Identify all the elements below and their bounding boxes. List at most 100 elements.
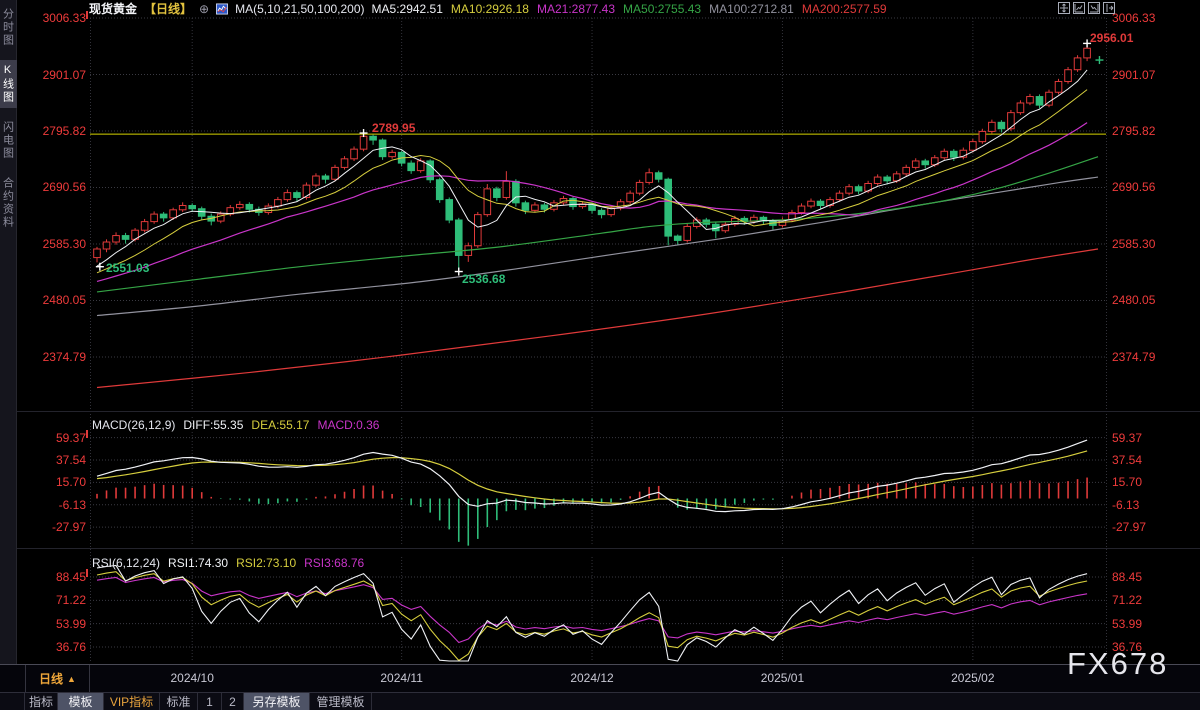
candle-body	[874, 177, 881, 183]
crosshair-icon[interactable]	[1058, 2, 1070, 14]
candle-body	[646, 173, 653, 183]
toolbar-button[interactable]: 管理模板	[310, 693, 372, 710]
axis-label: 2690.56	[22, 180, 86, 194]
chart-header: 现货黄金 【日线】 ⊕ MA(5,10,21,50,100,200) MA5:2…	[89, 0, 895, 17]
symbol-name: 现货黄金	[89, 0, 137, 17]
candle-body	[532, 205, 539, 210]
axis-label: 2480.05	[1112, 293, 1155, 307]
indicator-value: RSI2:73.10	[236, 556, 296, 570]
sidebar-item-active[interactable]: K线图	[0, 60, 17, 108]
candle-body	[455, 220, 462, 255]
axis-label: 88.45	[1112, 570, 1142, 584]
axis-label: 36.76	[22, 640, 86, 654]
indicator-value: RSI3:68.76	[304, 556, 364, 570]
ma50-line	[97, 157, 1098, 292]
indicator-value: MA21:2877.43	[537, 2, 615, 16]
toolbar-button[interactable]: VIP指标	[104, 693, 160, 710]
rsi-values: RSI1:74.30 RSI2:73.10 RSI3:68.76	[168, 556, 372, 570]
axis-label: 2690.56	[1112, 180, 1155, 194]
chart-canvas[interactable]	[0, 0, 1200, 710]
circle-plus-icon[interactable]: ⊕	[199, 3, 209, 15]
axis-label: 88.45	[22, 570, 86, 584]
candle-body	[341, 159, 348, 168]
sidebar-item-tab[interactable]: 闪电图	[0, 117, 17, 164]
candle-body	[484, 189, 491, 215]
candle-body	[998, 122, 1005, 128]
pane-indicator-icon[interactable]	[1088, 2, 1100, 14]
indicator-value: MACD:0.36	[317, 418, 379, 432]
indicator-value: RSI1:74.30	[168, 556, 228, 570]
toolbar-button[interactable]: 标准	[160, 693, 198, 710]
price-annotation: 2536.68	[462, 272, 505, 286]
candle-body	[237, 204, 244, 207]
indicator-value: MA50:2755.43	[623, 2, 701, 16]
axis-label: 71.22	[1112, 593, 1142, 607]
candle-body	[665, 179, 672, 236]
axis-label: -27.97	[22, 520, 86, 534]
candle-body	[417, 161, 424, 171]
pane-add-icon[interactable]	[1073, 2, 1085, 14]
toolbar-button[interactable]: 指标	[24, 693, 58, 710]
indicator-value: DEA:55.17	[251, 418, 309, 432]
candle-body	[370, 136, 377, 140]
axis-label: -27.97	[1112, 520, 1146, 534]
axis-label: 15.70	[22, 475, 86, 489]
candle-body	[1036, 97, 1043, 106]
ma-params-label: MA(5,10,21,50,100,200)	[235, 2, 364, 16]
candle-body	[189, 206, 196, 209]
period-selector[interactable]: 日线 ▲	[25, 665, 90, 692]
candle-body	[598, 210, 605, 214]
axis-label: 2585.30	[22, 237, 86, 251]
chart-app: 分时图 K线图闪电图合约资料 现货黄金 【日线】 ⊕ MA(5,10,21,50,…	[0, 0, 1200, 710]
axis-label: 71.22	[22, 593, 86, 607]
axis-label: 59.37	[22, 431, 86, 445]
pane-collapse-icon[interactable]	[1103, 2, 1115, 14]
axis-label: 59.37	[1112, 431, 1142, 445]
price-annotation: 2789.95	[372, 121, 415, 135]
candle-body	[389, 152, 396, 156]
triangle-up-icon: ▲	[67, 674, 76, 684]
candle-body	[436, 180, 443, 200]
price-annotation: 2551.03	[106, 261, 149, 275]
candle-body	[836, 193, 843, 199]
period-selector-label: 日线	[39, 670, 63, 687]
toolbar-button[interactable]: 2	[222, 693, 244, 710]
candle-body	[979, 131, 986, 141]
candle-body	[1008, 113, 1015, 129]
candle-body	[570, 199, 577, 207]
candle-body	[313, 176, 320, 185]
sidebar: 分时图 K线图闪电图合约资料	[0, 0, 17, 664]
macd-header: MACD(26,12,9) DIFF:55.35DEA:55.17MACD:0.…	[92, 418, 387, 432]
date-label: 2024/11	[380, 671, 423, 685]
toolbar-button[interactable]: 1	[198, 693, 222, 710]
candle-body	[322, 176, 329, 179]
axis-label: 53.99	[1112, 617, 1142, 631]
axis-label: 2795.82	[22, 124, 86, 138]
candle-body	[275, 200, 282, 206]
axis-label: -6.13	[1112, 498, 1139, 512]
candle-body	[284, 193, 291, 200]
axis-label: 3006.33	[1112, 11, 1155, 25]
candle-body	[179, 206, 186, 210]
candle-body	[951, 151, 958, 157]
candle-body	[170, 210, 177, 218]
candle-body	[446, 200, 453, 220]
candle-body	[912, 161, 919, 167]
date-label: 2024/10	[170, 671, 213, 685]
candle-body	[1017, 103, 1024, 113]
axis-label: 2901.07	[1112, 68, 1155, 82]
sidebar-item-tab[interactable]: 合约资料	[0, 173, 17, 233]
toolbar-button[interactable]: 另存模板	[244, 693, 310, 710]
candle-body	[855, 187, 862, 191]
axis-label: 37.54	[22, 453, 86, 467]
toolbar-button[interactable]: 模板	[58, 693, 104, 710]
candle-body	[351, 149, 358, 159]
rsi6-line	[97, 566, 1087, 662]
candle-body	[903, 167, 910, 173]
axis-label: 2374.79	[1112, 350, 1155, 364]
candle-body	[1065, 70, 1072, 82]
candle-body	[94, 249, 101, 258]
candle-body	[674, 236, 681, 240]
candle-body	[151, 214, 158, 222]
sidebar-item-tab[interactable]: 分时图	[0, 4, 17, 51]
